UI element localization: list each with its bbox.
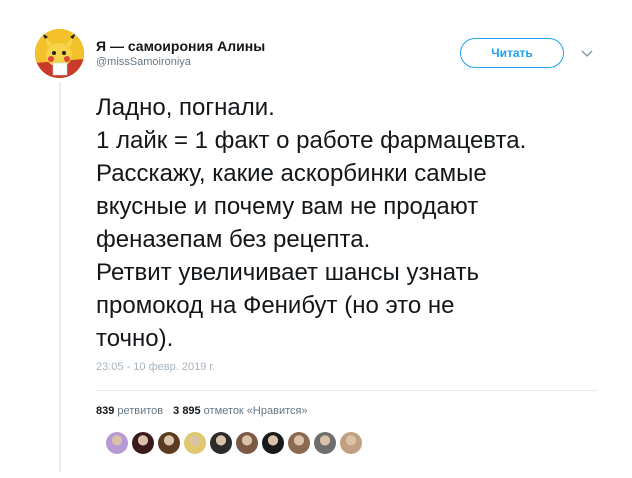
tweet-line: феназепам без рецепта. (96, 226, 371, 253)
likes-count: 3 895 (173, 405, 201, 417)
pikachu-avatar-icon (35, 29, 84, 78)
user-avatar[interactable] (35, 29, 84, 78)
likers-row (106, 432, 362, 454)
liker-avatar-4-icon[interactable] (184, 432, 206, 454)
tweet-stats: 839 ретвитов 3 895 отметок «Нравится» (96, 405, 308, 417)
tweet-line: Ретвит увеличивает шансы узнать (96, 259, 480, 286)
user-handle[interactable]: @missSamoironiya (96, 56, 191, 68)
tweet-line: Ладно, погнали. (96, 94, 275, 121)
retweets-stat[interactable]: 839 ретвитов (96, 405, 163, 417)
tweet-text: Ладно, погнали. 1 лайк = 1 факт о работе… (96, 91, 616, 355)
retweets-count: 839 (96, 405, 115, 417)
liker-avatar-9-icon[interactable] (314, 432, 336, 454)
retweets-label: ретвитов (117, 405, 164, 417)
liker-avatar-6-icon[interactable] (236, 432, 258, 454)
divider (96, 390, 598, 391)
tweet-line: вкусные и почему вам не продают (96, 193, 479, 220)
tweet-line: 1 лайк = 1 факт о работе фармацевта. (96, 127, 527, 154)
likes-stat[interactable]: 3 895 отметок «Нравится» (173, 405, 307, 417)
liker-avatar-5-icon[interactable] (210, 432, 232, 454)
liker-avatar-8-icon[interactable] (288, 432, 310, 454)
chevron-down-icon[interactable] (580, 46, 594, 60)
follow-button[interactable]: Читать (460, 38, 564, 68)
tweet-line: точно). (96, 325, 174, 352)
liker-avatar-10-icon[interactable] (340, 432, 362, 454)
tweet-timestamp[interactable]: 23:05 - 10 февр. 2019 г. (96, 361, 215, 373)
liker-avatar-1-icon[interactable] (106, 432, 128, 454)
liker-avatar-7-icon[interactable] (262, 432, 284, 454)
liker-avatar-2-icon[interactable] (132, 432, 154, 454)
display-name[interactable]: Я — самоирония Алины (96, 38, 265, 54)
tweet-line: Расскажу, какие аскорбинки самые (96, 160, 487, 187)
liker-avatar-3-icon[interactable] (158, 432, 180, 454)
likes-label: отметок «Нравится» (203, 405, 308, 417)
tweet-line: промокод на Фенибут (но это не (96, 292, 455, 319)
thread-line (59, 82, 61, 472)
